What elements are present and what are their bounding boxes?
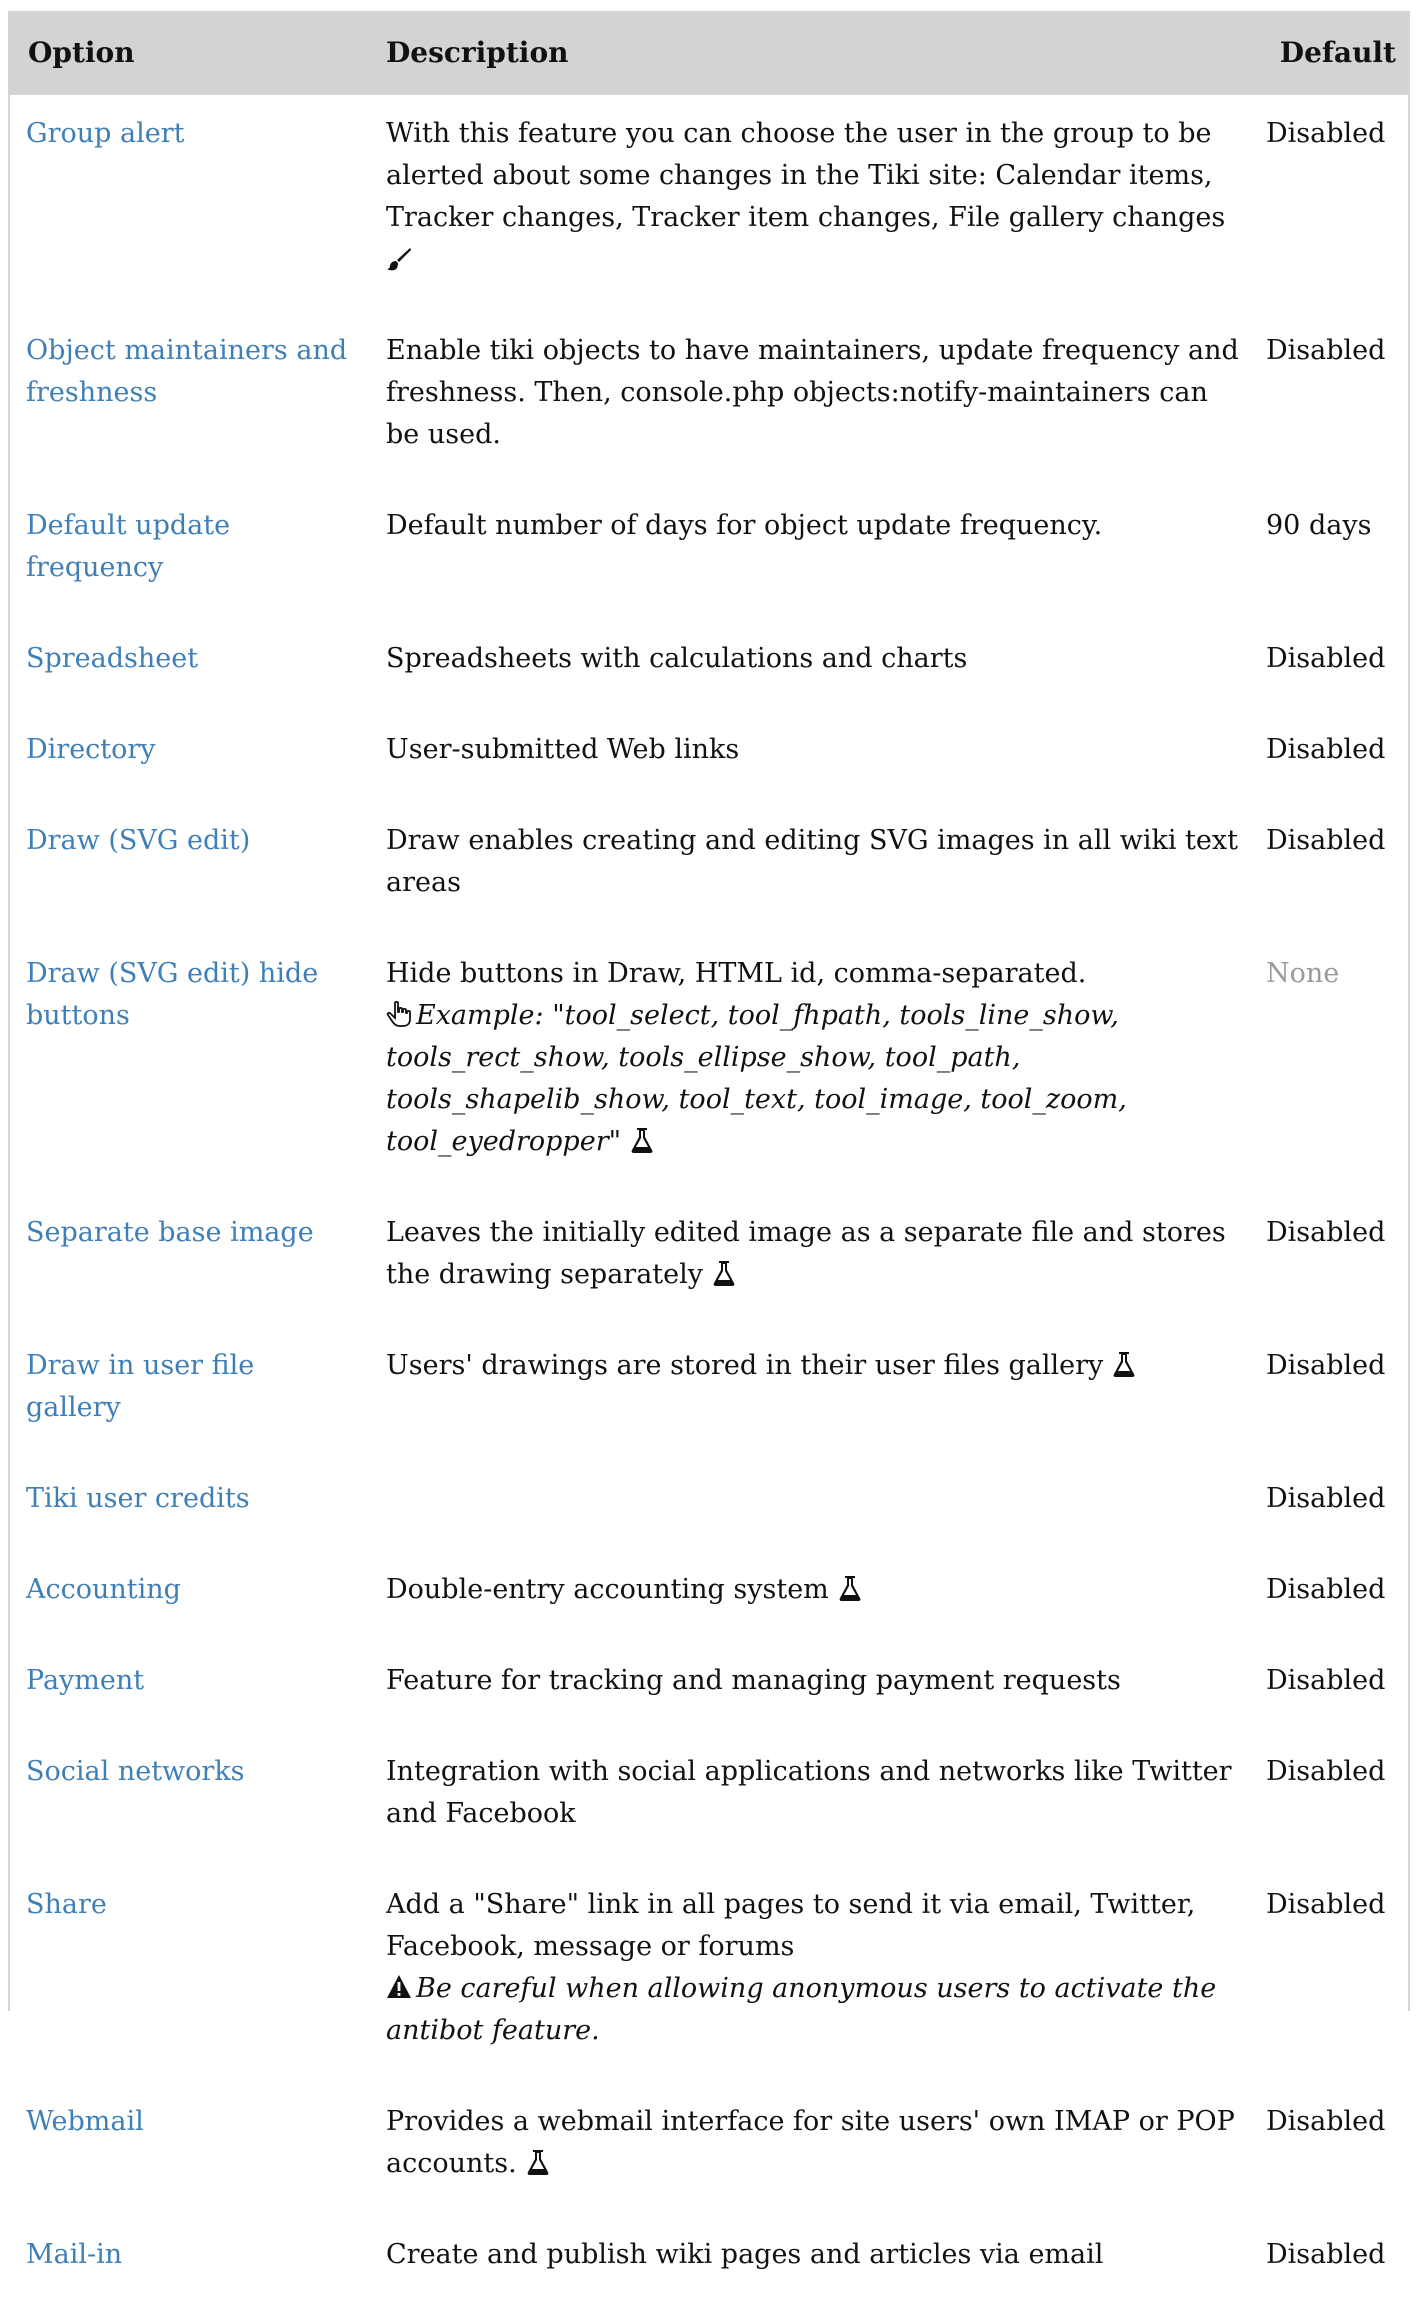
table-row: Separate base image Leaves the initially…: [10, 1194, 1408, 1327]
warning-icon: [386, 1973, 412, 2001]
option-default: None: [1266, 958, 1340, 989]
option-default: Disabled: [1266, 1350, 1386, 1381]
option-link-accounting[interactable]: Accounting: [26, 1574, 181, 1605]
option-link-object-maintainers[interactable]: Object maintainers and freshness: [26, 335, 347, 408]
option-default: Disabled: [1266, 643, 1386, 674]
table-row: Draw (SVG edit) hide buttons Hide button…: [26, 958, 1340, 1157]
option-default: Disabled: [1266, 1574, 1386, 1605]
table-row: Social networks Integration with social …: [10, 1733, 1408, 1866]
option-description: Spreadsheets with calculations and chart…: [386, 643, 968, 674]
flask-icon: [525, 2148, 551, 2176]
table-row: Tiki user credits Disabled: [10, 1460, 1408, 1551]
pointing-hand-icon: [386, 1000, 412, 1028]
option-link-draw-svg-edit[interactable]: Draw (SVG edit): [26, 825, 250, 856]
flask-icon: [1111, 1350, 1137, 1378]
table-row: Mail-in Create and publish wiki pages an…: [10, 2216, 1408, 2307]
option-default: Disabled: [1266, 1756, 1386, 1787]
column-header-description: Description: [368, 11, 1256, 95]
table-row: Spreadsheet Spreadsheets with calculatio…: [10, 620, 1408, 711]
option-link-default-update-frequency[interactable]: Default update frequency: [26, 510, 230, 583]
option-link-draw-hide-buttons[interactable]: Draw (SVG edit) hide buttons: [26, 958, 318, 1031]
option-link-webmail[interactable]: Webmail: [26, 2106, 144, 2137]
flask-icon: [837, 1574, 863, 1602]
option-link-separate-base-image[interactable]: Separate base image: [26, 1217, 314, 1248]
option-description: Default number of days for object update…: [386, 510, 1103, 541]
option-link-group-alert[interactable]: Group alert: [26, 118, 184, 149]
table-row: Object maintainers and freshness Enable …: [10, 312, 1408, 487]
flask-icon: [711, 1259, 737, 1287]
option-default: Disabled: [1266, 1217, 1386, 1248]
option-description: Draw enables creating and editing SVG im…: [386, 825, 1238, 898]
option-description: Users' drawings are stored in their user…: [386, 1350, 1104, 1381]
option-description: Double-entry accounting system: [386, 1574, 829, 1605]
table-row: Directory User-submitted Web links Disab…: [10, 711, 1408, 802]
option-link-share[interactable]: Share: [26, 1889, 107, 1920]
option-default: Disabled: [1266, 1665, 1386, 1696]
option-link-payment[interactable]: Payment: [26, 1665, 144, 1696]
table-row: Group alert With this feature you can ch…: [10, 95, 1408, 312]
option-description: Create and publish wiki pages and articl…: [386, 2239, 1104, 2270]
option-default: Disabled: [1266, 118, 1386, 149]
table-row: Share Add a "Share" link in all pages to…: [10, 1866, 1408, 2083]
preferences-table: Option Description Default Group alert W…: [10, 11, 1408, 2307]
table-row: Accounting Double-entry accounting syste…: [10, 1551, 1408, 1642]
table-row: Payment Feature for tracking and managin…: [10, 1642, 1408, 1733]
option-description: Add a "Share" link in all pages to send …: [386, 1889, 1196, 1962]
option-link-directory[interactable]: Directory: [26, 734, 156, 765]
column-header-default: Default: [1256, 11, 1408, 95]
option-default: Disabled: [1266, 1889, 1386, 1920]
flask-icon: [629, 1126, 655, 1154]
option-link-tiki-user-credits[interactable]: Tiki user credits: [26, 1483, 250, 1514]
option-default: Disabled: [1266, 734, 1386, 765]
option-default: Disabled: [1266, 2106, 1386, 2137]
option-link-spreadsheet[interactable]: Spreadsheet: [26, 643, 198, 674]
option-link-draw-in-user-file-gallery[interactable]: Draw in user file gallery: [26, 1350, 254, 1423]
option-default: Disabled: [1266, 335, 1386, 366]
option-description: Integration with social applications and…: [386, 1756, 1232, 1829]
brush-icon: [386, 244, 412, 272]
table-row: Webmail Provides a webmail interface for…: [10, 2083, 1408, 2216]
option-description: With this feature you can choose the use…: [386, 118, 1226, 233]
table-row: Draw in user file gallery Users' drawing…: [10, 1327, 1408, 1460]
table-header-row: Option Description Default: [10, 11, 1408, 95]
table-row: Default update frequency Default number …: [10, 487, 1408, 620]
option-description: User-submitted Web links: [386, 734, 740, 765]
column-header-option: Option: [10, 11, 368, 95]
option-description: Leaves the initially edited image as a s…: [386, 1217, 1226, 1290]
option-link-mail-in[interactable]: Mail-in: [26, 2239, 122, 2270]
option-default: Disabled: [1266, 2239, 1386, 2270]
option-default: 90 days: [1266, 510, 1372, 541]
option-description: Provides a webmail interface for site us…: [386, 2106, 1235, 2179]
option-description: Hide buttons in Draw, HTML id, comma-sep…: [386, 958, 1087, 989]
option-description: Enable tiki objects to have maintainers,…: [386, 335, 1239, 450]
option-default: Disabled: [1266, 1483, 1386, 1514]
option-description: Feature for tracking and managing paymen…: [386, 1665, 1121, 1696]
option-link-social-networks[interactable]: Social networks: [26, 1756, 245, 1787]
option-default: Disabled: [1266, 825, 1386, 856]
example-label: Example:: [416, 1000, 544, 1031]
table-row: Draw (SVG edit) Draw enables creating an…: [10, 802, 1408, 935]
